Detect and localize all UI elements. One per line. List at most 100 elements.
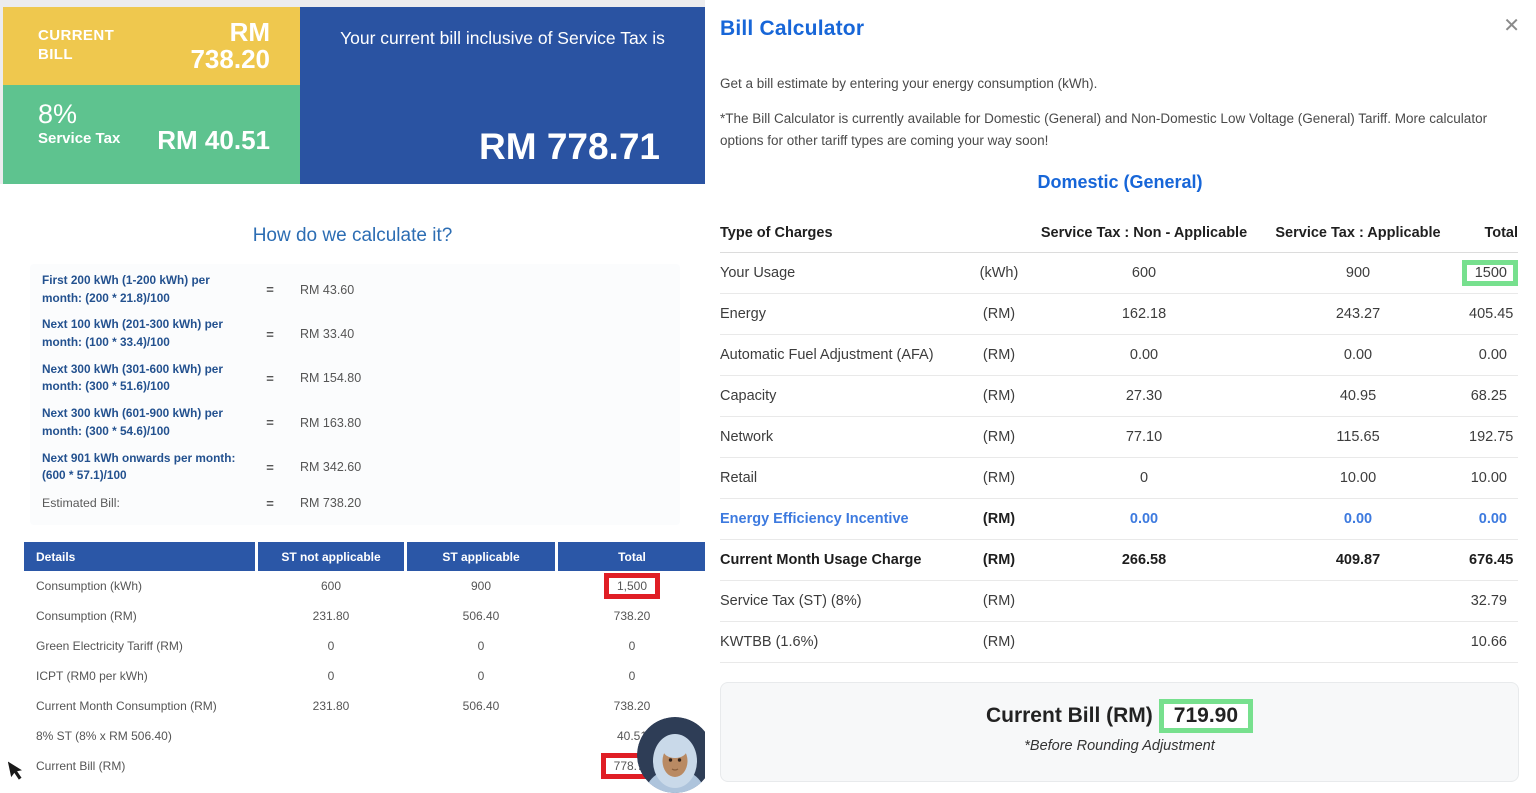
row-unit: (RM) xyxy=(970,511,1028,527)
row-total-value: 1500 xyxy=(1462,260,1518,286)
row-st-applicable: 506.40 xyxy=(407,609,555,623)
col-header-st-non-applicable: Service Tax : Non - Applicable xyxy=(1028,225,1260,241)
table-row: Your Usage (kWh) 600 900 1500 xyxy=(720,253,1518,294)
table-row: Energy (RM) 162.18 243.27 405.45 xyxy=(720,294,1518,335)
row-total-value: 676.45 xyxy=(1456,547,1524,573)
row-st-applicable: 0.00 xyxy=(1260,347,1456,363)
row-total: 0 xyxy=(558,663,706,689)
calc-breakdown-list: First 200 kWh (1-200 kWh) per month: (20… xyxy=(30,264,680,525)
modal-note-text: *The Bill Calculator is currently availa… xyxy=(720,108,1520,151)
row-total-value: 0.00 xyxy=(1466,506,1518,532)
current-bill-summary-panel: Current Bill (RM)719.90 *Before Rounding… xyxy=(720,682,1519,782)
row-total-value: 68.25 xyxy=(1458,383,1518,409)
row-total: 0.00 xyxy=(1456,342,1518,368)
calc-row: First 200 kWh (1-200 kWh) per month: (20… xyxy=(42,272,680,307)
row-total: 192.75 xyxy=(1456,424,1518,450)
col-header-st-applicable: Service Tax : Applicable xyxy=(1260,225,1456,241)
row-label: Consumption (RM) xyxy=(24,609,255,623)
row-st-applicable: 409.87 xyxy=(1260,552,1456,568)
row-label: Energy xyxy=(720,306,970,322)
close-icon[interactable]: ✕ xyxy=(1503,16,1520,36)
bill-calculator-modal: Bill Calculator ✕ Get a bill estimate by… xyxy=(705,0,1536,787)
row-st-non-applicable: 600 xyxy=(1028,265,1260,281)
calc-row-label: Next 300 kWh (601-900 kWh) per month: (3… xyxy=(42,405,240,440)
row-st-applicable: 115.65 xyxy=(1260,429,1456,445)
row-unit: (RM) xyxy=(970,552,1028,568)
calc-row-label: Estimated Bill: xyxy=(42,494,240,512)
row-st-non-applicable: 266.58 xyxy=(1028,552,1260,568)
row-unit: (RM) xyxy=(970,347,1028,363)
row-st-applicable: 0 xyxy=(407,639,555,653)
row-st-applicable: 10.00 xyxy=(1260,470,1456,486)
total-bill-caption: Your current bill inclusive of Service T… xyxy=(300,7,705,49)
charges-table-header: Type of Charges Service Tax : Non - Appl… xyxy=(720,217,1518,253)
service-tax-box: 8% Service Tax RM 40.51 xyxy=(3,85,300,184)
table-row: Network (RM) 77.10 115.65 192.75 xyxy=(720,417,1518,458)
row-total: 738.20 xyxy=(558,603,706,629)
row-label: Consumption (kWh) xyxy=(24,579,255,593)
table-row: Energy Efficiency Incentive (RM) 0.00 0.… xyxy=(720,499,1518,540)
row-total: 1500 xyxy=(1456,260,1518,286)
row-total: 10.66 xyxy=(1456,629,1518,655)
chat-assistant-avatar[interactable] xyxy=(637,717,713,793)
total-bill-box: Your current bill inclusive of Service T… xyxy=(300,7,705,184)
calc-row-value: RM 342.60 xyxy=(300,460,361,474)
calc-row-value: RM 43.60 xyxy=(300,283,354,297)
equals-sign: = xyxy=(240,327,300,342)
row-total: 10.00 xyxy=(1456,465,1518,491)
total-bill-amount: RM 778.71 xyxy=(479,126,660,168)
row-total-value: 738.20 xyxy=(601,603,664,629)
table-row: Consumption (kWh) 600 900 1,500 xyxy=(24,571,697,601)
row-st-applicable: 900 xyxy=(1260,265,1456,281)
col-header-total: Total xyxy=(1456,225,1518,241)
equals-sign: = xyxy=(240,460,300,475)
row-total-value: 32.79 xyxy=(1458,588,1518,614)
current-bill-amount: RM 738.20 xyxy=(190,19,270,79)
calc-row-label: Next 100 kWh (201-300 kWh) per month: (1… xyxy=(42,316,240,351)
row-st-applicable: 243.27 xyxy=(1260,306,1456,322)
summary-label: Current Bill (RM) xyxy=(986,704,1153,727)
row-label: Green Electricity Tariff (RM) xyxy=(24,639,255,653)
table-row: ICPT (RM0 per kWh) 0 0 0 xyxy=(24,661,697,691)
row-total: 0.00 xyxy=(1456,506,1518,532)
col-header-st-applicable: ST applicable xyxy=(407,542,555,571)
row-st-not-applicable: 0 xyxy=(258,639,404,653)
row-st-applicable: 40.95 xyxy=(1260,388,1456,404)
row-st-non-applicable: 0.00 xyxy=(1028,511,1260,527)
row-total: 405.45 xyxy=(1456,301,1518,327)
mouse-cursor-icon xyxy=(8,760,24,787)
table-row: Current Bill (RM) 778.71 xyxy=(24,751,697,781)
calc-row-value: RM 33.40 xyxy=(300,327,354,341)
bill-summary-banner: CURRENT BILL RM 738.20 8% Service Tax RM… xyxy=(0,0,705,184)
table-row: 8% ST (8% x RM 506.40) 40.51 xyxy=(24,721,697,751)
service-tax-amount: RM 40.51 xyxy=(157,125,270,184)
row-label: Network xyxy=(720,429,970,445)
calc-row-value: RM 738.20 xyxy=(300,496,361,510)
table-row: Service Tax (ST) (8%) (RM) 32.79 xyxy=(720,581,1518,622)
calc-row: Next 100 kWh (201-300 kWh) per month: (1… xyxy=(42,316,680,351)
row-total-value: 405.45 xyxy=(1456,301,1524,327)
summary-note: *Before Rounding Adjustment xyxy=(721,738,1518,754)
row-total: 738.20 xyxy=(558,693,706,719)
col-header-total: Total xyxy=(558,542,706,571)
row-total-value: 0 xyxy=(616,663,649,689)
calc-row: Next 300 kWh (301-600 kWh) per month: (3… xyxy=(42,361,680,396)
row-label: Your Usage xyxy=(720,265,970,281)
row-st-not-applicable: 600 xyxy=(258,579,404,593)
calc-section-title: How do we calculate it? xyxy=(0,225,705,247)
table-row: Consumption (RM) 231.80 506.40 738.20 xyxy=(24,601,697,631)
row-st-not-applicable: 231.80 xyxy=(258,699,404,713)
row-st-applicable: 0.00 xyxy=(1260,511,1456,527)
row-total: 676.45 xyxy=(1456,547,1518,573)
service-tax-label: Service Tax xyxy=(38,130,120,147)
current-bill-value: 738.20 xyxy=(190,46,270,73)
row-label: Current Bill (RM) xyxy=(24,759,255,773)
tariff-title: Domestic (General) xyxy=(720,172,1520,193)
row-label: Capacity xyxy=(720,388,970,404)
row-st-applicable: 0 xyxy=(407,669,555,683)
table-row: Green Electricity Tariff (RM) 0 0 0 xyxy=(24,631,697,661)
row-total-value: 738.20 xyxy=(601,693,664,719)
row-st-non-applicable: 162.18 xyxy=(1028,306,1260,322)
row-st-non-applicable: 0 xyxy=(1028,470,1260,486)
charges-table-body: Your Usage (kWh) 600 900 1500 Energy (RM… xyxy=(720,253,1518,663)
